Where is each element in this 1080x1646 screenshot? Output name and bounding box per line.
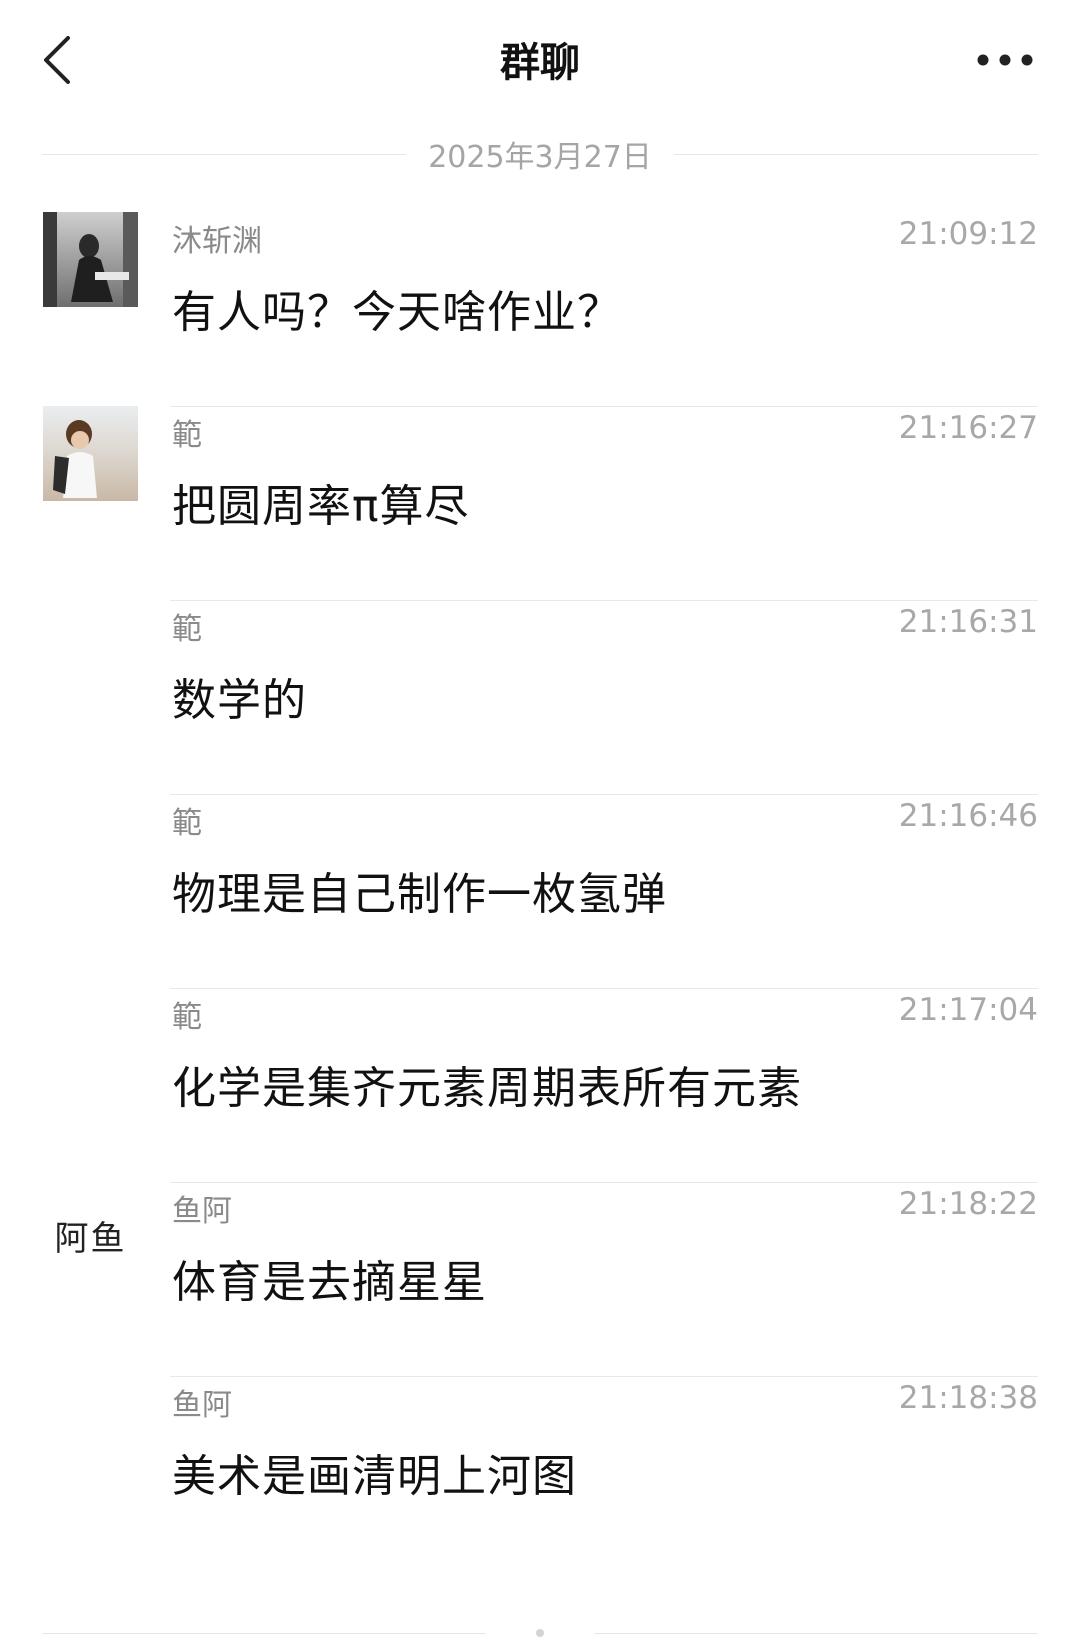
more-options-button[interactable]: [970, 38, 1040, 82]
avatar-text: 阿鱼: [54, 1219, 127, 1259]
message-text: 有人吗？今天啥作业？: [172, 287, 622, 338]
avatar[interactable]: [43, 212, 138, 307]
date-label: 2025年3月27日: [428, 140, 652, 175]
message-item[interactable]: 沐斩渊 21:09:12 有人吗？今天啥作业？: [0, 204, 1080, 407]
message-time: 21:16:31: [898, 604, 1038, 640]
message-text: 数学的: [172, 675, 307, 726]
message-text: 把圆周率π算尽: [172, 481, 470, 532]
sender-name: 範: [172, 612, 202, 647]
message-time: 21:18:22: [898, 1186, 1038, 1222]
chat-header: 群聊: [0, 0, 1080, 122]
dot-icon: [536, 1629, 544, 1637]
message-time: 21:09:12: [898, 216, 1038, 252]
date-divider: 2025年3月27日: [42, 126, 1039, 182]
message-item[interactable]: 範 21:16:31 数学的: [0, 592, 1080, 795]
avatar[interactable]: [43, 406, 138, 501]
message-time: 21:17:04: [898, 992, 1038, 1028]
message-time: 21:16:46: [898, 798, 1038, 834]
sender-name: 範: [172, 1000, 202, 1035]
ellipsis-icon: [977, 54, 1033, 66]
sender-name: 沐斩渊: [172, 224, 262, 259]
message-item[interactable]: 範 21:16:27 把圆周率π算尽: [0, 398, 1080, 601]
avatar[interactable]: 阿鱼: [43, 1188, 138, 1283]
message-item[interactable]: 範 21:16:46 物理是自己制作一枚氢弹: [0, 786, 1080, 989]
message-text: 体育是去摘星星: [172, 1257, 487, 1308]
message-text: 物理是自己制作一枚氢弹: [172, 869, 667, 920]
sender-name: 範: [172, 418, 202, 453]
message-item[interactable]: 鱼阿 21:18:38 美术是画清明上河图: [0, 1368, 1080, 1571]
sender-name: 鱼阿: [172, 1388, 232, 1423]
page-title: 群聊: [500, 40, 580, 86]
list-end-divider: [42, 1628, 1038, 1638]
message-time: 21:18:38: [898, 1380, 1038, 1416]
sender-name: 範: [172, 806, 202, 841]
message-time: 21:16:27: [898, 410, 1038, 446]
message-text: 化学是集齐元素周期表所有元素: [172, 1063, 802, 1114]
message-text: 美术是画清明上河图: [172, 1451, 577, 1502]
message-item[interactable]: 阿鱼 鱼阿 21:18:22 体育是去摘星星: [0, 1174, 1080, 1377]
sender-name: 鱼阿: [172, 1194, 232, 1229]
message-item[interactable]: 範 21:17:04 化学是集齐元素周期表所有元素: [0, 980, 1080, 1183]
